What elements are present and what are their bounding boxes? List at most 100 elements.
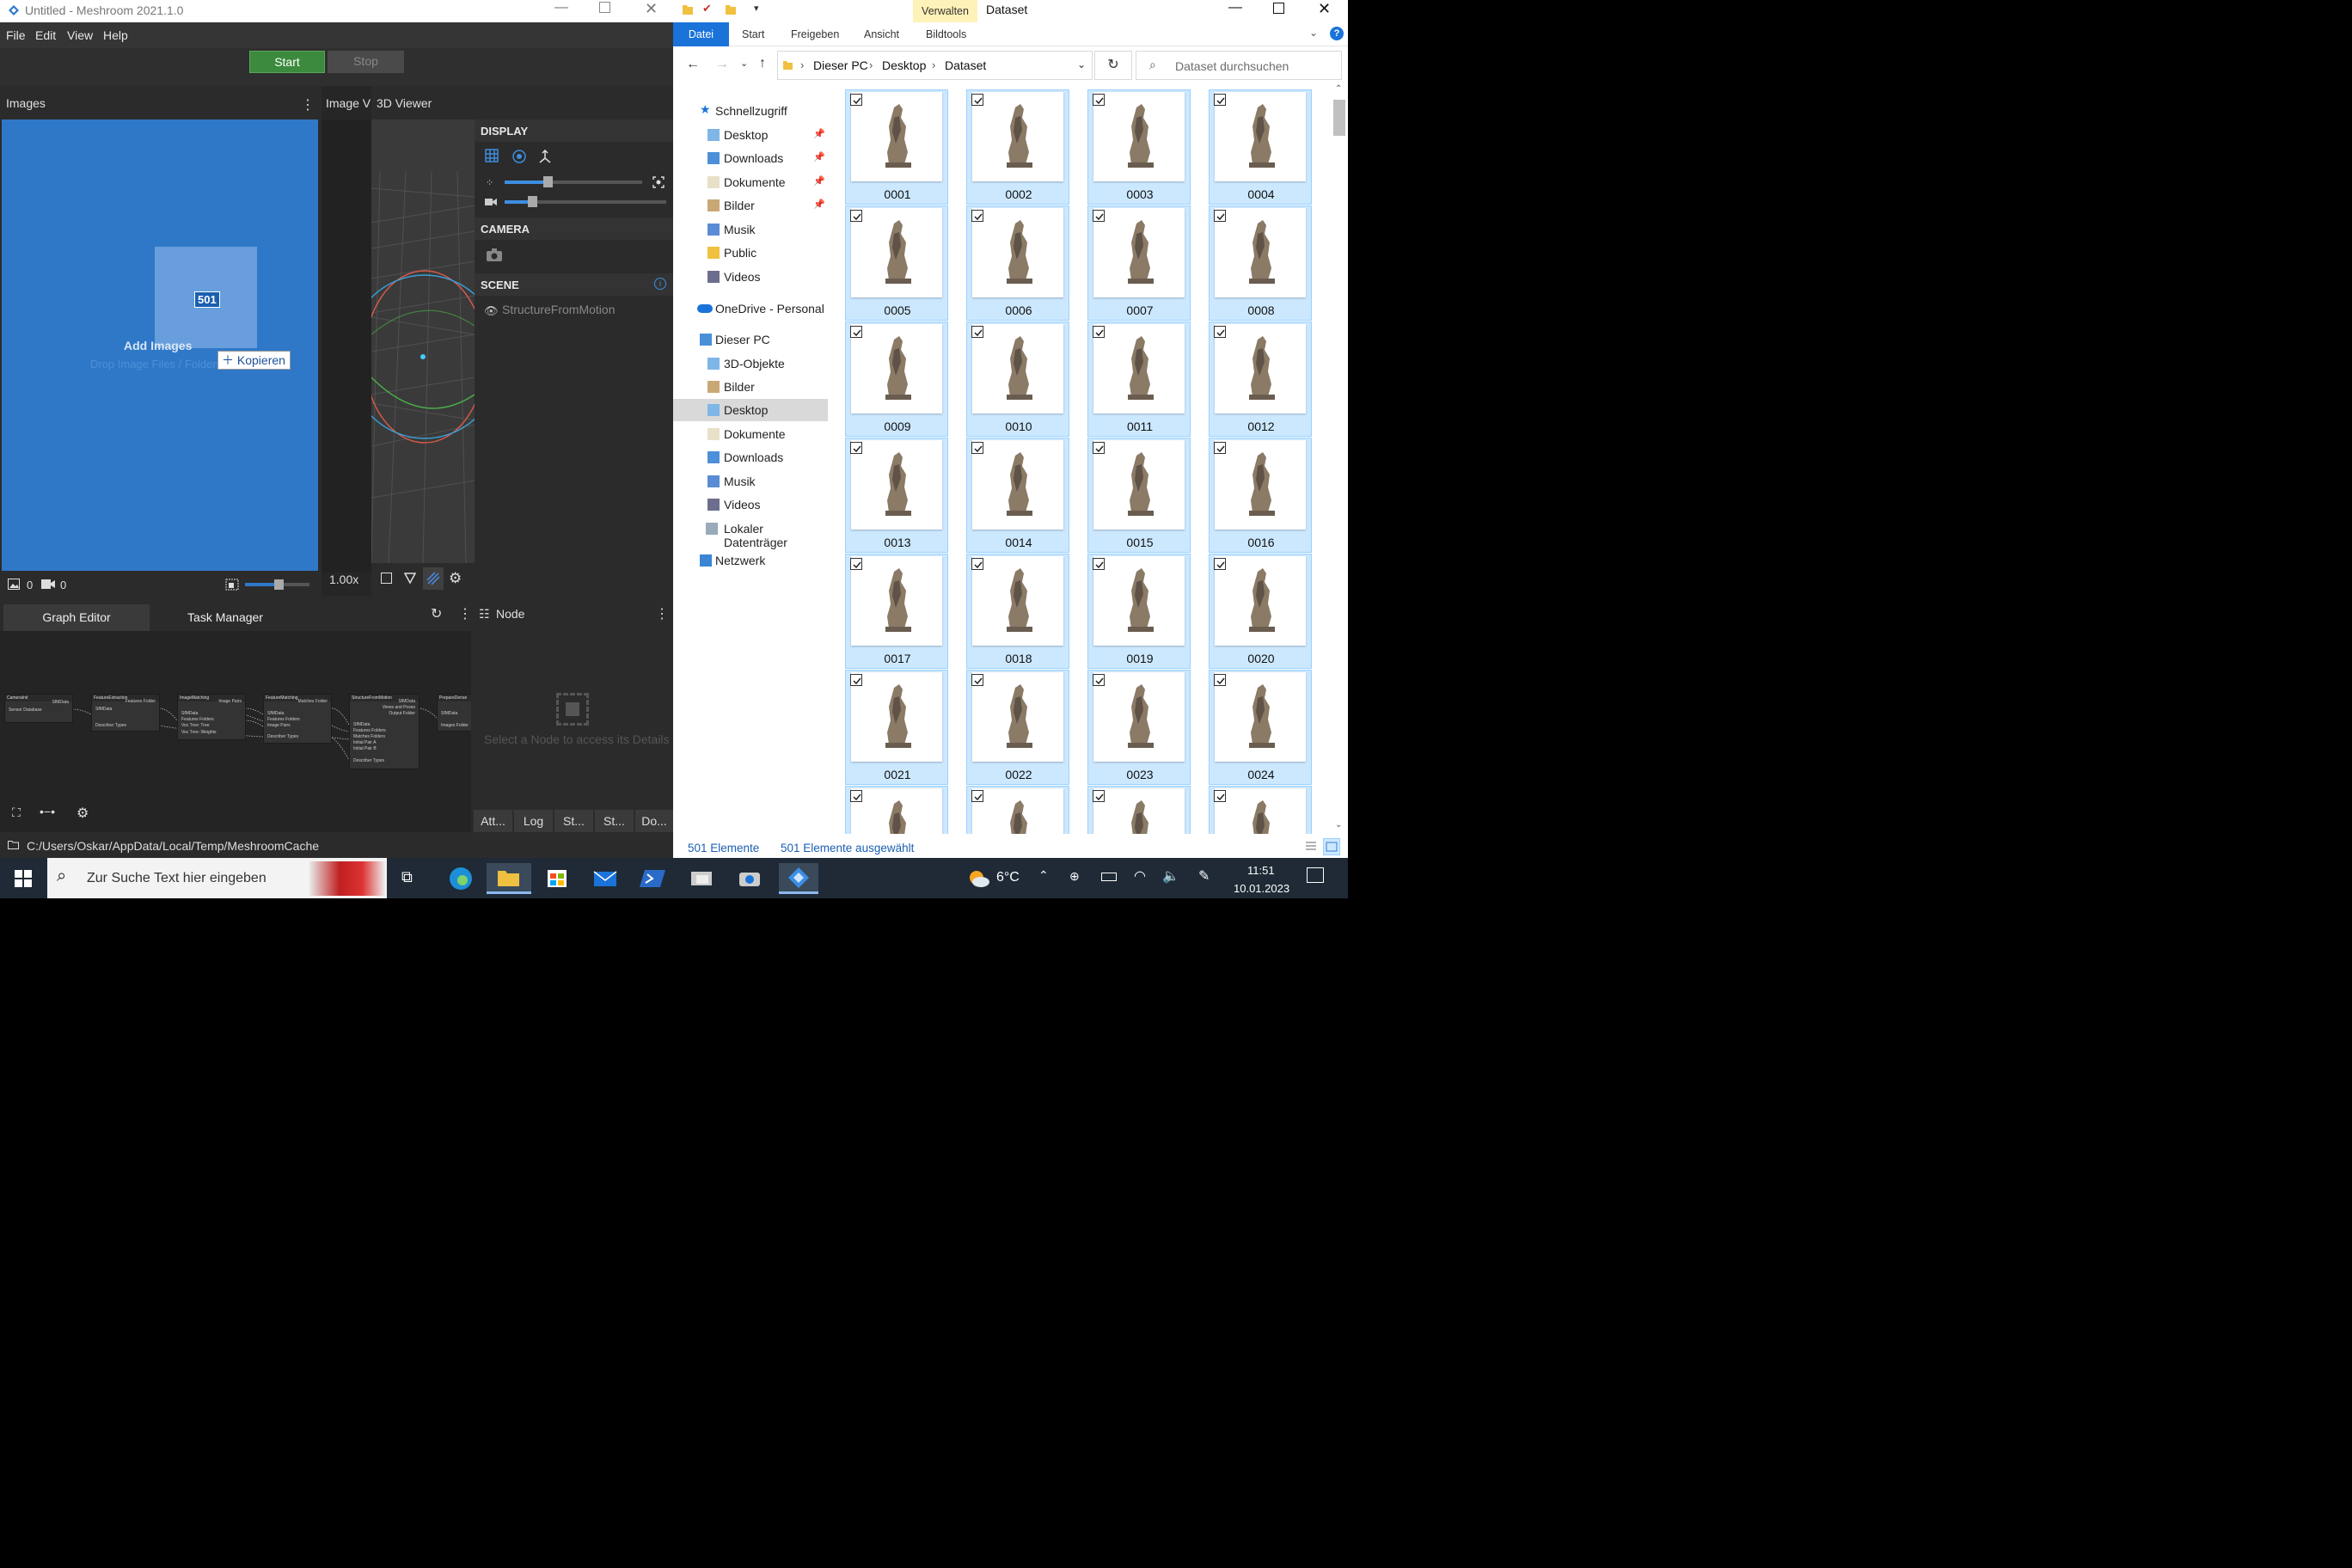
task-view-icon[interactable]: ⧉	[401, 868, 413, 886]
breadcrumb-dataset[interactable]: Dataset	[945, 58, 986, 72]
file-tile[interactable]	[1087, 786, 1191, 834]
point-size-slider[interactable]	[505, 181, 548, 184]
nav-item-pictures[interactable]: Bilder 📌	[673, 194, 828, 217]
tab-file[interactable]: Datei	[673, 22, 729, 46]
checkbox[interactable]	[850, 790, 862, 802]
help-icon[interactable]: ?	[1330, 27, 1344, 40]
file-tile[interactable]: 0013	[845, 438, 948, 553]
file-tile[interactable]: 0023	[1087, 670, 1191, 785]
node-tab-documentation[interactable]: Do...	[635, 810, 673, 832]
nav-item-downloads[interactable]: Downloads 📌	[673, 147, 828, 169]
meet-now-icon[interactable]: ⊕	[1069, 869, 1080, 884]
file-tile[interactable]	[966, 786, 1069, 834]
file-tile[interactable]	[1209, 786, 1312, 834]
image-viewer-canvas[interactable]	[322, 119, 371, 573]
file-tile[interactable]: 0020	[1209, 554, 1312, 669]
camera-app-icon[interactable]	[732, 863, 767, 894]
menu-edit[interactable]: Edit	[35, 28, 56, 42]
grid-icon[interactable]	[485, 149, 499, 162]
checkbox[interactable]	[1093, 94, 1105, 106]
info-icon[interactable]: i	[654, 278, 666, 290]
file-tile[interactable]: 0012	[1209, 322, 1312, 437]
nav-item-music[interactable]: Musik	[673, 218, 828, 241]
nav-pc-videos[interactable]: Videos	[673, 493, 828, 516]
nav-quick-access[interactable]: ★ Schnellzugriff	[673, 100, 828, 122]
camera-scale-handle[interactable]	[528, 196, 537, 207]
address-bar[interactable]: › Dieser PC › Desktop › Dataset ⌄	[777, 51, 1093, 80]
context-tab-manage[interactable]: Verwalten	[913, 0, 977, 22]
scroll-up-icon[interactable]: ⌃	[1335, 84, 1342, 94]
new-folder-icon[interactable]	[725, 3, 737, 15]
checkbox[interactable]	[850, 442, 862, 454]
file-tile[interactable]: 0024	[1209, 670, 1312, 785]
file-tile[interactable]: 0006	[966, 205, 1069, 321]
menu-file[interactable]: File	[6, 28, 26, 42]
file-tile[interactable]: 0004	[1209, 89, 1312, 205]
node-tab-log[interactable]: Log	[514, 810, 553, 832]
file-tile[interactable]: 0011	[1087, 322, 1191, 437]
file-tile[interactable]: 0003	[1087, 89, 1191, 205]
checkbox[interactable]	[971, 674, 983, 686]
checkbox[interactable]	[850, 326, 862, 338]
file-tile[interactable]: 0019	[1087, 554, 1191, 669]
scene-item-label[interactable]: StructureFromMotion	[502, 303, 615, 316]
edge-browser-icon[interactable]	[444, 863, 478, 894]
camera-scale-slider[interactable]	[505, 200, 529, 204]
file-tile[interactable]: 0017	[845, 554, 948, 669]
nav-pc-downloads[interactable]: Downloads	[673, 446, 828, 469]
cache-path[interactable]: C:/Users/Oskar/AppData/Local/Temp/Meshro…	[27, 839, 319, 853]
breadcrumb-this-pc[interactable]: Dieser PC	[813, 58, 868, 72]
checkbox[interactable]	[1093, 790, 1105, 802]
powershell-icon[interactable]	[636, 863, 671, 894]
refresh-icon[interactable]: ↻	[431, 605, 442, 622]
remote-desktop-icon[interactable]	[684, 863, 719, 894]
properties-icon[interactable]: ✔	[702, 2, 712, 15]
graph-more-icon[interactable]: ⋮	[458, 605, 472, 622]
close-button[interactable]: ✕	[645, 0, 658, 18]
pen-icon[interactable]: ✎	[1198, 867, 1210, 885]
layout-icon[interactable]: •−•	[40, 805, 55, 818]
checkbox[interactable]	[971, 326, 983, 338]
scrollbar-thumb[interactable]	[1333, 100, 1345, 136]
node-tab-statistics[interactable]: St...	[554, 810, 593, 832]
checkbox[interactable]	[1214, 442, 1226, 454]
refresh-icon[interactable]: ↻	[1094, 51, 1132, 80]
recent-locations-icon[interactable]: ⌄	[740, 58, 748, 69]
file-tile[interactable]: 0001	[845, 89, 948, 205]
tab-image-viewer[interactable]: Image V	[326, 96, 371, 110]
graph-canvas[interactable]: CameraInit Sensor Database SfMData Featu…	[0, 631, 471, 832]
triangle-icon[interactable]	[404, 572, 416, 584]
node-preparedense[interactable]: PrepareDense SfMData Images Folder	[437, 694, 471, 732]
file-tile[interactable]: 0021	[845, 670, 948, 785]
checkbox[interactable]	[971, 442, 983, 454]
quick-access-toolbar-dropdown-icon[interactable]: ▾	[754, 3, 759, 14]
forward-arrow-icon[interactable]: →	[715, 57, 729, 72]
settings-gear-icon[interactable]: ⚙	[449, 570, 462, 587]
file-explorer-icon[interactable]	[487, 863, 531, 894]
tab-task-manager[interactable]: Task Manager	[151, 604, 299, 631]
checkbox[interactable]	[1214, 674, 1226, 686]
up-arrow-icon[interactable]: ↑	[759, 56, 766, 71]
checkbox[interactable]	[1214, 94, 1226, 106]
point-size-handle[interactable]	[543, 176, 553, 187]
windows-start-icon[interactable]	[15, 870, 32, 887]
more-options-icon[interactable]: ⋮	[301, 96, 315, 113]
checkbox[interactable]	[1214, 558, 1226, 570]
vertical-scrollbar[interactable]: ⌃ ⌄	[1331, 84, 1348, 834]
checkbox[interactable]	[850, 210, 862, 222]
node-camerainit[interactable]: CameraInit Sensor Database SfMData	[4, 694, 73, 723]
file-tile[interactable]: 0022	[966, 670, 1069, 785]
checkbox[interactable]	[1093, 558, 1105, 570]
file-tile[interactable]: 0010	[966, 322, 1069, 437]
taskbar-search-box[interactable]: ⌕ Zur Suche Text hier eingeben	[47, 858, 387, 898]
checkbox[interactable]	[971, 94, 983, 106]
nav-pc-music[interactable]: Musik	[673, 470, 828, 493]
node-featurematching[interactable]: FeatureMatching Matches Folder SfMData F…	[263, 694, 332, 744]
nav-pc-pictures[interactable]: Bilder	[673, 376, 828, 398]
file-tile[interactable]	[845, 786, 948, 834]
breadcrumb-desktop[interactable]: Desktop	[882, 58, 926, 72]
thumbnail-slider-handle[interactable]	[274, 579, 284, 590]
checkbox[interactable]	[1093, 326, 1105, 338]
explorer-close-button[interactable]: ✕	[1318, 0, 1331, 18]
file-tile[interactable]: 0008	[1209, 205, 1312, 321]
